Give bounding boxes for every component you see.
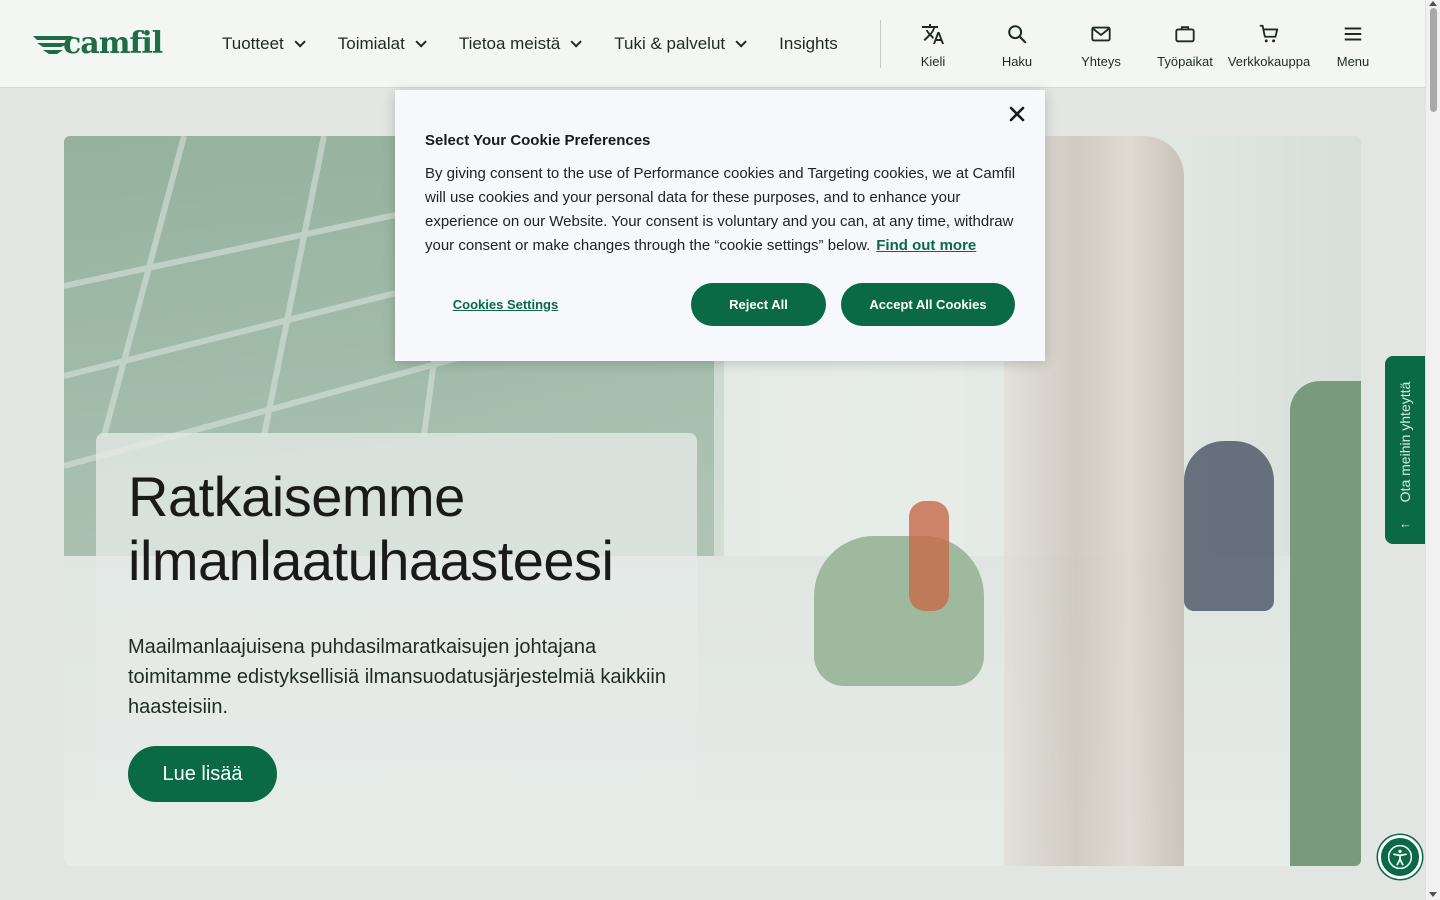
chevron-down-icon — [570, 36, 583, 48]
scroll-down-arrow-icon[interactable] — [1429, 892, 1437, 897]
util-label: Työpaikat — [1157, 54, 1213, 69]
cookies-settings-button[interactable]: Cookies Settings — [425, 283, 586, 325]
site-header: camfil Tuotteet Toimialat Tietoa meistä … — [0, 0, 1425, 88]
util-search[interactable]: Haku — [972, 22, 1062, 69]
arrow-left-icon: ← — [1399, 516, 1412, 531]
util-label: Haku — [1001, 54, 1033, 69]
cookie-dialog-body: By giving consent to the use of Performa… — [425, 162, 1020, 258]
util-language[interactable]: Kieli — [888, 22, 978, 69]
util-webshop[interactable]: Verkkokauppa — [1224, 22, 1314, 69]
util-contact[interactable]: Yhteys — [1056, 22, 1146, 69]
acoustic-panel-shape — [1290, 381, 1361, 866]
util-label: Yhteys — [1081, 54, 1121, 69]
sofa-shape — [814, 536, 984, 686]
contact-side-tab[interactable]: Ota meihin yhteyttä ← — [1385, 356, 1425, 544]
util-label: Menu — [1336, 54, 1370, 69]
nav-item-label: Tietoa meistä — [458, 34, 561, 53]
accept-all-cookies-button[interactable]: Accept All Cookies — [841, 283, 1015, 326]
camfil-logo[interactable]: camfil — [33, 26, 163, 62]
mail-icon — [1089, 22, 1113, 46]
read-more-button[interactable]: Lue lisää — [128, 746, 277, 802]
nav-item-label: Tuki & palvelut — [614, 34, 726, 53]
chevron-down-icon — [735, 36, 747, 48]
chevron-down-icon — [294, 36, 306, 48]
util-label: Verkkokauppa — [1227, 54, 1311, 69]
find-out-more-link[interactable]: Find out more — [876, 237, 976, 254]
nav-item-toimialat[interactable]: Toimialat — [337, 34, 427, 54]
hero-title: Ratkaisemme ilmanlaatuhaasteesi — [128, 465, 614, 592]
nav-item-label: Toimialat — [337, 34, 405, 53]
main-nav: Tuotteet Toimialat Tietoa meistä Tuki & … — [222, 0, 874, 88]
logo-text: camfil — [63, 26, 163, 61]
scrollbar-thumb[interactable] — [1430, 8, 1437, 112]
nav-item-insights[interactable]: Insights — [779, 34, 838, 54]
page-scrollbar[interactable] — [1425, 0, 1440, 900]
nav-item-tuotteet[interactable]: Tuotteet — [222, 34, 306, 54]
hero-subtitle: Maailmanlaajuisena puhdasilmaratkaisujen… — [128, 636, 666, 718]
search-icon — [1005, 22, 1029, 46]
nav-item-tuki-palvelut[interactable]: Tuki & palvelut — [614, 34, 747, 54]
util-menu[interactable]: Menu — [1308, 22, 1398, 69]
chevron-down-icon — [415, 36, 427, 48]
reject-all-button[interactable]: Reject All — [691, 283, 826, 326]
hamburger-icon — [1341, 22, 1365, 46]
nav-item-label: Insights — [779, 34, 838, 53]
close-icon[interactable] — [1006, 103, 1028, 125]
translate-icon — [921, 22, 945, 46]
util-label: Kieli — [920, 54, 946, 69]
nav-item-tietoa-meista[interactable]: Tietoa meistä — [458, 34, 583, 54]
cookie-dialog-title: Select Your Cookie Preferences — [425, 132, 651, 149]
scroll-up-arrow-icon[interactable] — [1429, 1, 1437, 6]
contact-tab-label: Ota meihin yhteyttä — [1397, 381, 1413, 503]
nav-item-label: Tuotteet — [222, 34, 284, 53]
accessibility-button[interactable] — [1378, 835, 1422, 879]
util-careers[interactable]: Työpaikat — [1140, 22, 1230, 69]
cart-icon — [1257, 22, 1281, 46]
briefcase-icon — [1173, 22, 1197, 46]
accessibility-icon — [1387, 844, 1413, 870]
nav-divider — [880, 20, 881, 68]
